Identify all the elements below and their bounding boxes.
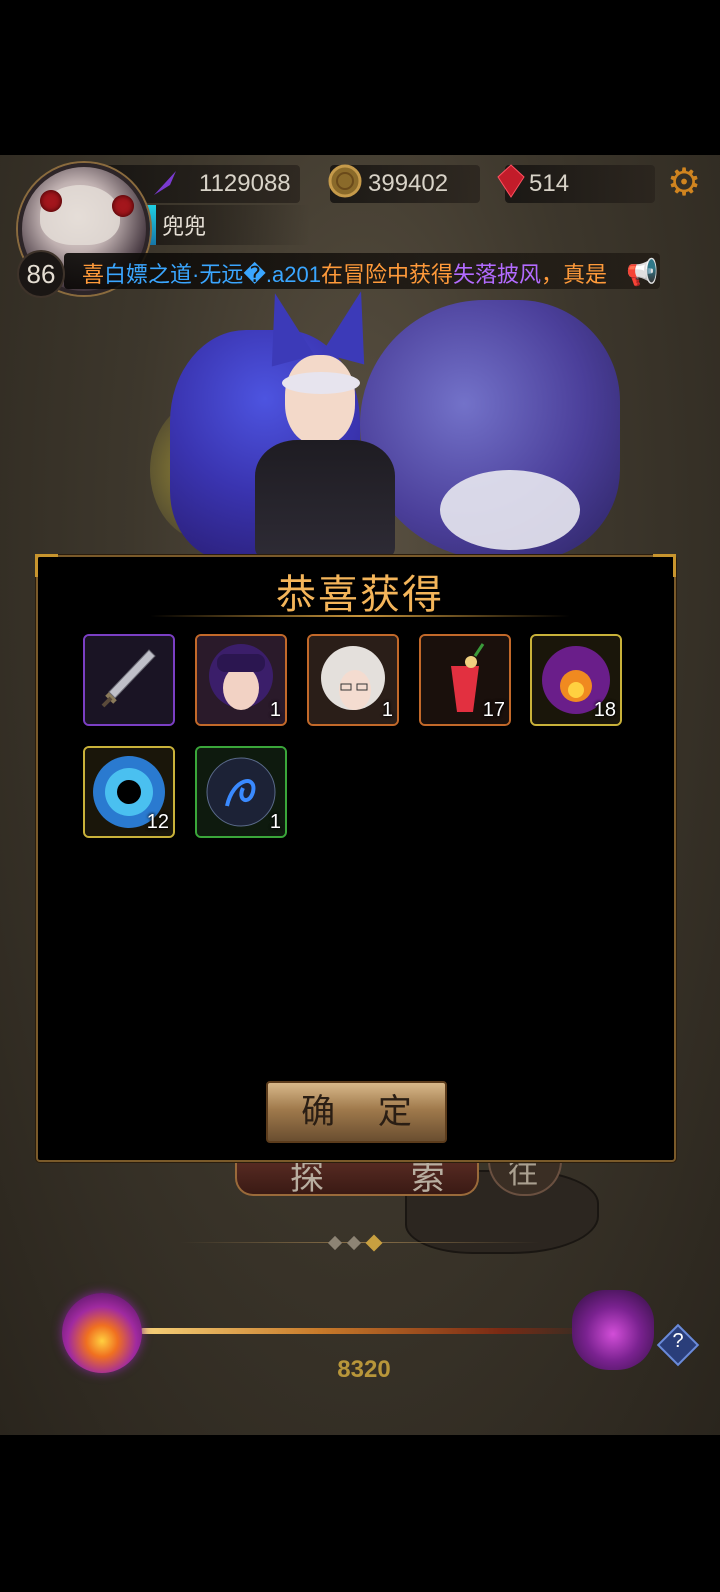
resource-bar-3: 514: [505, 165, 655, 203]
dialog-title: 恭喜获得: [276, 572, 444, 618]
player-level: 86: [17, 250, 65, 298]
announcement-text: 喜白嫖之道·无远�.a201在冒险中获得失落披风，真是: [82, 257, 607, 289]
gear-icon[interactable]: ⚙: [664, 162, 704, 202]
reward-count: 1: [269, 699, 281, 721]
character-face: [285, 355, 355, 445]
energy-beam: [140, 1328, 590, 1334]
reward-item[interactable]: 17: [419, 634, 511, 726]
purple-feather-icon: [150, 167, 180, 199]
score-value: 8320: [337, 1356, 391, 1383]
help-label: ?: [672, 1330, 684, 1352]
reward-item[interactable]: 12: [83, 746, 175, 838]
title-underline: [150, 615, 570, 617]
avatar-rose-left: [40, 190, 62, 212]
reward-item[interactable]: 1: [195, 634, 287, 726]
gold-coin-icon: [328, 164, 362, 198]
reward-count: 1: [269, 811, 281, 833]
reward-item[interactable]: 18: [530, 634, 622, 726]
reward-count: 17: [482, 699, 505, 721]
player-name: 兜兜: [162, 214, 207, 239]
reward-item[interactable]: 1: [307, 634, 399, 726]
confirm-button[interactable]: 确 定: [266, 1081, 447, 1143]
reward-count: 1: [381, 699, 393, 721]
character-body: [255, 440, 395, 560]
ticker-segment: 失落披风: [452, 262, 541, 287]
ticker-segment: ，真是: [541, 262, 608, 287]
reward-count: 12: [146, 811, 169, 833]
red-crystal-icon: [496, 163, 526, 199]
reward-item[interactable]: 1: [195, 746, 287, 838]
megaphone-icon[interactable]: 📢: [626, 258, 658, 288]
reward-count: 18: [593, 699, 616, 721]
resource-value-3: 514: [529, 170, 570, 197]
character-tail-tip: [440, 470, 580, 550]
ticker-segment: 白嫖之道·无远�.a201: [104, 262, 321, 287]
ticker-segment: 在冒险中获得: [320, 262, 453, 287]
character-mask: [282, 372, 360, 394]
reward-item[interactable]: [83, 634, 175, 726]
resource-value-1: 1129088: [199, 170, 291, 197]
resource-value-2: 399402: [368, 170, 449, 197]
avatar-rose-right: [112, 195, 134, 217]
ticker-segment: 喜: [82, 262, 105, 287]
sword-icon: [85, 636, 173, 724]
